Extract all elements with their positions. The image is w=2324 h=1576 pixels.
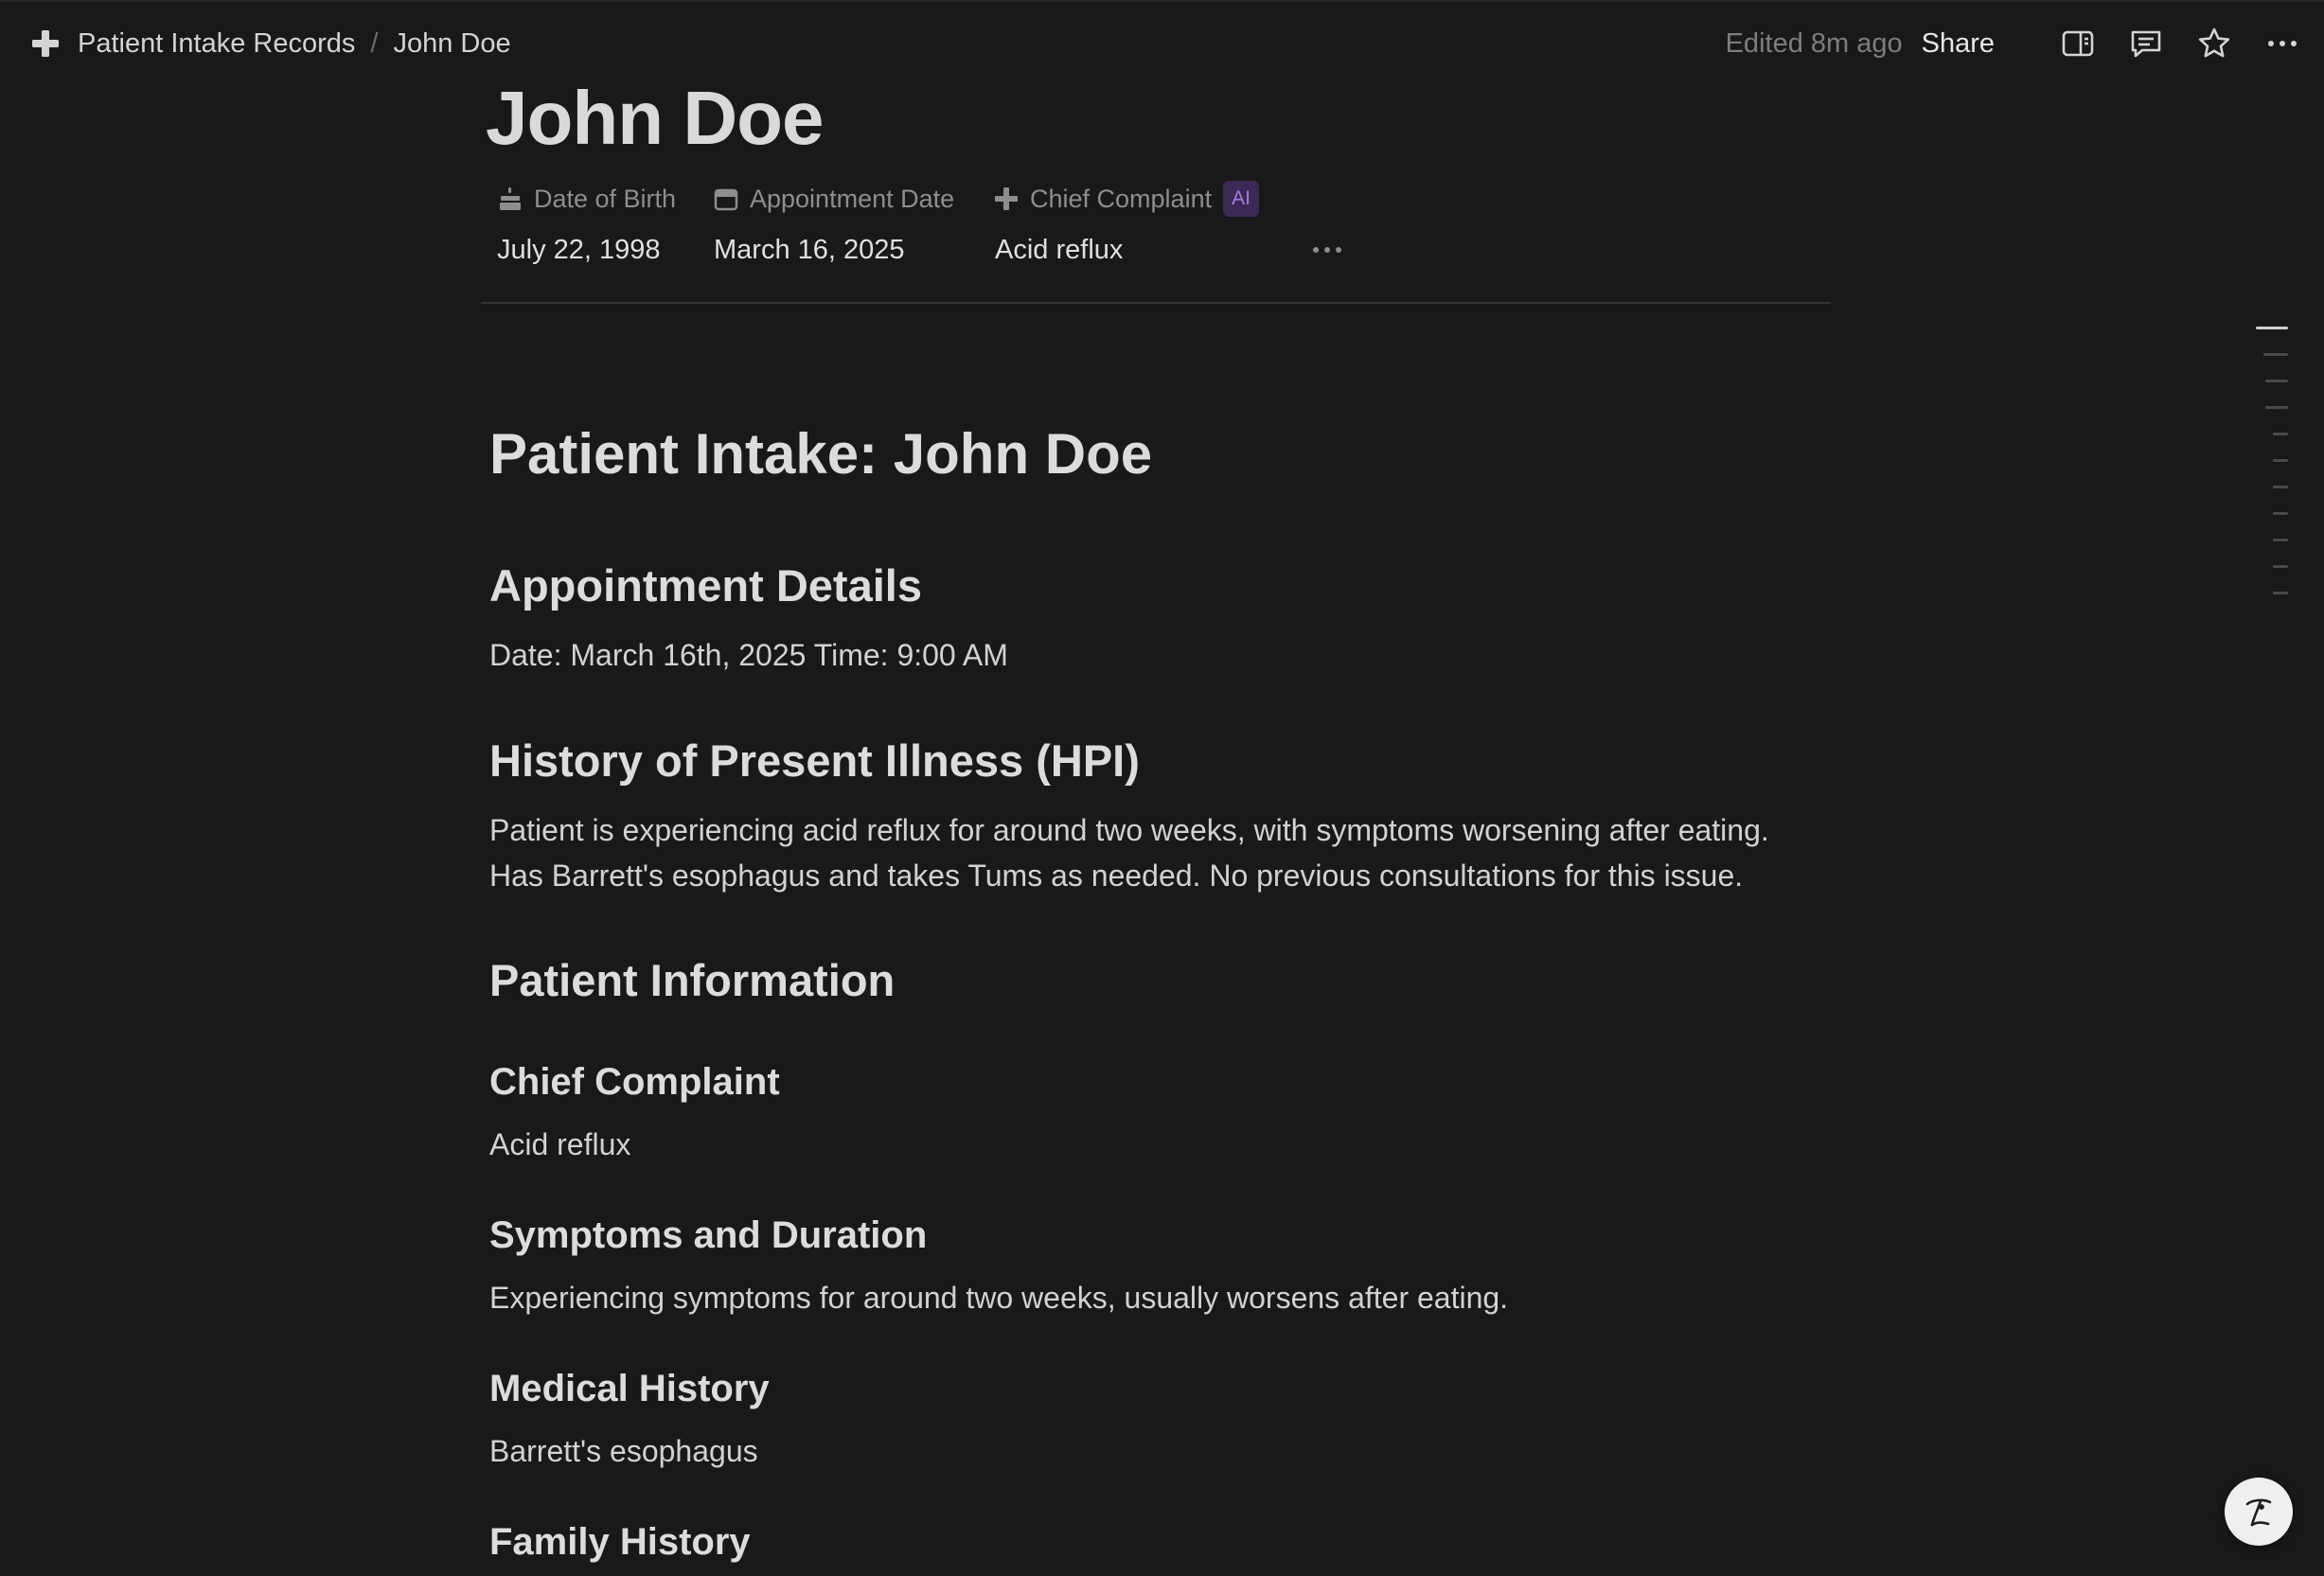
plus-icon (32, 30, 59, 57)
top-actions: Edited 8m ago Share (1726, 23, 2301, 64)
divider (481, 302, 1831, 304)
heading-appointment-details[interactable]: Appointment Details (489, 558, 922, 613)
properties: Date of Birth July 22, 1998 Appointment … (488, 178, 1833, 284)
sidebar-panel-icon[interactable] (2059, 25, 2097, 62)
heading-hpi[interactable]: History of Present Illness (HPI) (489, 734, 1140, 788)
heading-medical-history[interactable]: Medical History (489, 1365, 770, 1412)
property-label: Appointment Date (750, 184, 955, 213)
heading-patient-information[interactable]: Patient Information (489, 953, 895, 1008)
outline-mark[interactable] (2273, 539, 2288, 541)
outline-mark[interactable] (2273, 592, 2288, 594)
paragraph-appointment[interactable]: Date: March 16th, 2025 Time: 9:00 AM (489, 632, 1008, 678)
paragraph-chief-complaint[interactable]: Acid reflux (489, 1122, 630, 1167)
outline-mark[interactable] (2273, 433, 2288, 435)
help-button[interactable] (2225, 1478, 2293, 1546)
heading-symptoms[interactable]: Symptoms and Duration (489, 1212, 927, 1259)
property-more-icon[interactable] (1308, 231, 1346, 269)
property-dob-value[interactable]: July 22, 1998 (497, 231, 661, 269)
ai-badge[interactable]: AI (1223, 181, 1260, 217)
outline-mark[interactable] (2265, 406, 2288, 409)
more-icon[interactable] (2263, 25, 2301, 62)
outline-navigator[interactable] (2250, 327, 2288, 594)
outline-mark[interactable] (2273, 565, 2288, 568)
property-label: Chief Complaint (1030, 184, 1213, 213)
outline-mark[interactable] (2263, 353, 2288, 356)
property-appointment-value[interactable]: March 16, 2025 (714, 231, 905, 269)
heading-patient-intake[interactable]: Patient Intake: John Doe (489, 420, 1152, 488)
paragraph-symptoms[interactable]: Experiencing symptoms for around two wee… (489, 1275, 1508, 1320)
heading-chief-complaint[interactable]: Chief Complaint (489, 1058, 780, 1106)
edited-status: Edited 8m ago (1725, 27, 1903, 59)
heading-family-history[interactable]: Family History (489, 1518, 751, 1566)
property-complaint-value[interactable]: Acid reflux (995, 231, 1123, 269)
comment-icon[interactable] (2127, 25, 2165, 62)
outline-mark[interactable] (2265, 380, 2288, 382)
outline-mark[interactable] (2273, 486, 2288, 488)
top-bar: Patient Intake Records / John Doe Edited… (0, 0, 2324, 83)
plus-icon (995, 187, 1018, 210)
paragraph-hpi-line-1[interactable]: Patient is experiencing acid reflux for … (489, 807, 1769, 853)
outline-mark[interactable] (2273, 512, 2288, 515)
page-title[interactable]: John Doe (486, 71, 824, 166)
calendar-icon (714, 188, 738, 211)
breadcrumb: Patient Intake Records / John Doe (30, 23, 511, 64)
outline-mark[interactable] (2273, 459, 2288, 462)
paragraph-hpi-line-2[interactable]: Has Barrett's esophagus and takes Tums a… (489, 853, 1743, 898)
cake-icon (500, 187, 521, 210)
paragraph-medical-history[interactable]: Barrett's esophagus (489, 1428, 758, 1474)
breadcrumb-separator: / (370, 27, 379, 59)
help-icon (2245, 1498, 2272, 1527)
property-appointment-label[interactable]: Appointment Date (714, 178, 954, 220)
property-dob-label[interactable]: Date of Birth (498, 178, 676, 220)
property-label: Date of Birth (534, 184, 677, 213)
outline-mark[interactable] (2256, 327, 2288, 329)
property-complaint-label[interactable]: Chief Complaint AI (994, 178, 1260, 220)
breadcrumb-parent[interactable]: Patient Intake Records (78, 28, 355, 60)
breadcrumb-current[interactable]: John Doe (393, 28, 510, 60)
share-button[interactable]: Share (1922, 28, 1995, 60)
star-icon[interactable] (2195, 25, 2233, 62)
